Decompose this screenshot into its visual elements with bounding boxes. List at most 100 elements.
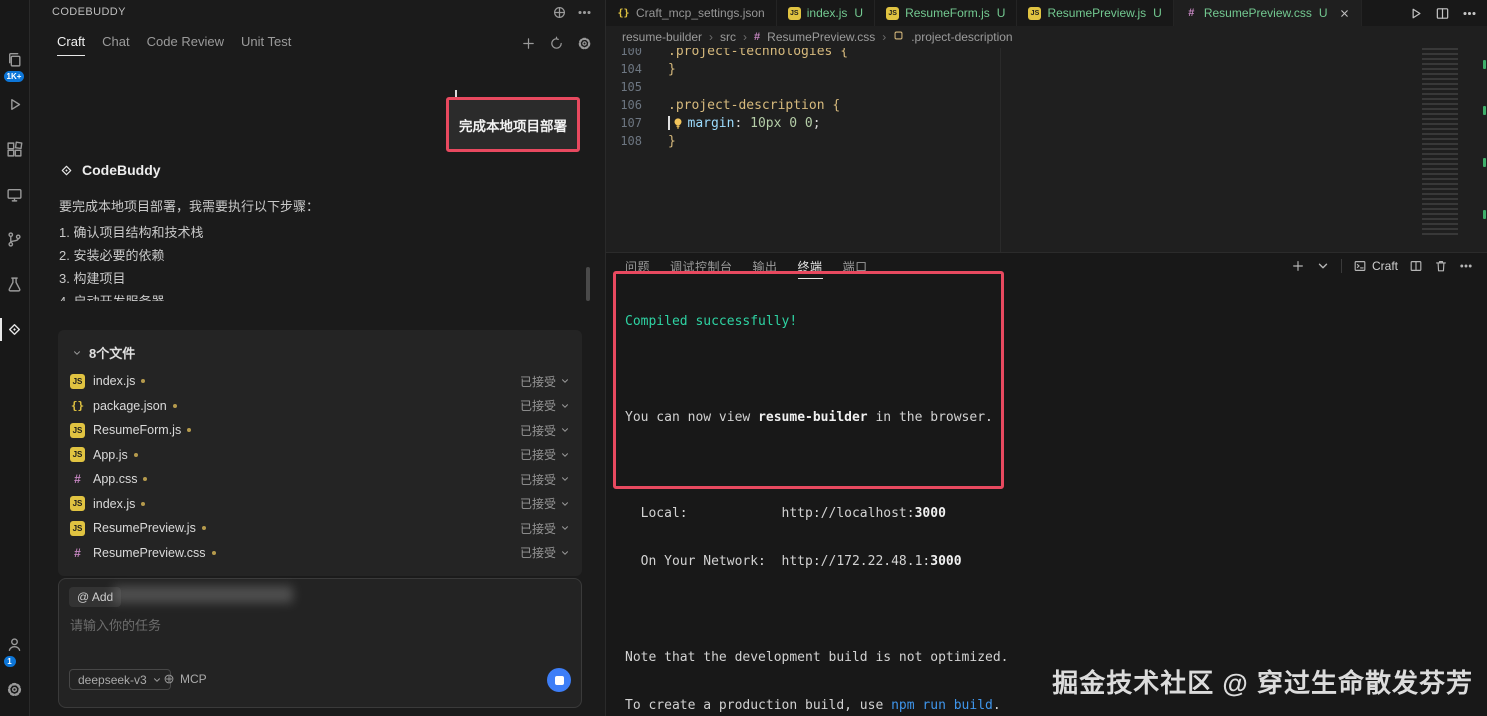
file-row[interactable]: JS index.js 已接受: [58, 369, 582, 394]
minimap[interactable]: [1422, 48, 1458, 238]
breadcrumb-item[interactable]: ResumePreview.css: [767, 30, 875, 44]
panel-header: 问题 调试控制台 输出 终端 端口 Craft: [606, 253, 1487, 279]
run-debug-button[interactable]: [0, 82, 30, 127]
css-file-icon: #: [754, 31, 760, 43]
terminal-text: To create a production build, use: [625, 698, 891, 713]
codebuddy-window: 1K+ 1 CODEBUDDY: [0, 0, 1487, 716]
file-status-label: 已接受: [520, 373, 556, 390]
css-file-icon: #: [1185, 7, 1198, 20]
file-row[interactable]: # App.css 已接受: [58, 467, 582, 492]
tab-label: index.js: [807, 6, 848, 20]
file-status-dropdown[interactable]: 已接受: [520, 422, 570, 439]
file-status-dropdown[interactable]: 已接受: [520, 495, 570, 512]
file-name: index.js: [93, 497, 135, 511]
new-terminal-icon[interactable]: [1291, 259, 1305, 273]
symbol-class-icon: [893, 30, 904, 44]
tab-terminal[interactable]: 终端: [798, 254, 823, 279]
code-line: 105: [606, 78, 1487, 96]
breadcrumb-item[interactable]: .project-description: [911, 30, 1012, 44]
editor-tab[interactable]: JS index.js U: [777, 0, 875, 26]
mcp-label: MCP: [180, 672, 207, 686]
breadcrumb-item[interactable]: src: [720, 30, 736, 44]
history-icon[interactable]: [549, 36, 564, 51]
remote-explorer-button[interactable]: [0, 172, 30, 217]
model-selector[interactable]: deepseek-v3: [69, 669, 171, 690]
accounts-button[interactable]: 1: [0, 622, 30, 667]
chevron-down-icon[interactable]: [1316, 259, 1330, 273]
kill-terminal-trash-icon[interactable]: [1434, 259, 1448, 273]
file-row[interactable]: JS ResumePreview.js 已接受: [58, 516, 582, 541]
mcp-button[interactable]: MCP: [163, 672, 207, 686]
file-row[interactable]: JS App.js 已接受: [58, 443, 582, 468]
task-composer[interactable]: @ Add 请输入你的任务 deepseek-v3 MCP: [58, 578, 582, 708]
codebuddy-logo-icon: [59, 163, 74, 178]
more-actions-icon[interactable]: [577, 5, 592, 20]
lightbulb-icon[interactable]: [672, 117, 684, 130]
chevron-down-icon: [560, 401, 570, 411]
chevron-down-icon: [72, 348, 82, 358]
brace: }: [668, 134, 676, 149]
codebuddy-button[interactable]: [0, 307, 30, 352]
activity-bar: 1K+ 1: [0, 0, 30, 716]
file-status-dropdown[interactable]: 已接受: [520, 520, 570, 537]
step-item: 3. 构建项目: [59, 267, 203, 290]
file-name: App.js: [93, 448, 128, 462]
sidebar-scrollbar[interactable]: [586, 267, 590, 301]
split-terminal-icon[interactable]: [1409, 259, 1423, 273]
close-tab-button[interactable]: [1339, 8, 1350, 19]
sidebar-tabs: Craft Chat Code Review Unit Test: [57, 34, 291, 56]
code-editor[interactable]: 100 .project-technologies { 104 } 105 10…: [606, 48, 1487, 252]
file-status-dropdown[interactable]: 已接受: [520, 446, 570, 463]
tab-debug-console[interactable]: 调试控制台: [670, 254, 733, 279]
line-number: 108: [606, 134, 642, 148]
terminal-instance[interactable]: Craft: [1353, 259, 1398, 273]
tab-craft[interactable]: Craft: [57, 34, 85, 56]
new-session-icon[interactable]: [521, 36, 536, 51]
css-file-icon: #: [70, 545, 85, 560]
terminal-text: in the browser.: [868, 410, 993, 425]
line-number: 105: [606, 80, 642, 94]
more-actions-icon[interactable]: [1462, 6, 1477, 21]
extensions-button[interactable]: [0, 127, 30, 172]
chevron-down-icon: [560, 376, 570, 386]
deploy-icon[interactable]: [552, 5, 567, 20]
split-editor-icon[interactable]: [1435, 6, 1450, 21]
tab-ports[interactable]: 端口: [843, 254, 868, 279]
breadcrumb-item[interactable]: resume-builder: [622, 30, 702, 44]
file-status-dropdown[interactable]: 已接受: [520, 373, 570, 390]
send-stop-button[interactable]: [547, 668, 571, 692]
watermark-text: 掘金技术社区 @ 穿过生命散发芬芳: [1052, 663, 1473, 700]
file-row[interactable]: # ResumePreview.css 已接受: [58, 541, 582, 566]
file-name: ResumeForm.js: [93, 423, 181, 437]
editor-tab[interactable]: JS ResumeForm.js U: [875, 0, 1017, 26]
editor-tab-active[interactable]: # ResumePreview.css U: [1174, 0, 1362, 26]
terminal-output[interactable]: Compiled successfully! You can now view …: [625, 282, 1009, 716]
breadcrumb-separator: ›: [743, 30, 747, 44]
tab-chat[interactable]: Chat: [102, 34, 129, 56]
run-icon[interactable]: [1408, 6, 1423, 21]
tab-code-review[interactable]: Code Review: [147, 34, 224, 56]
files-panel-header[interactable]: 8个文件: [58, 330, 582, 369]
file-row[interactable]: {} package.json 已接受: [58, 394, 582, 419]
file-row[interactable]: JS ResumeForm.js 已接受: [58, 418, 582, 443]
editor-tab[interactable]: {} Craft_mcp_settings.json: [606, 0, 777, 26]
modified-dot: [141, 379, 145, 383]
file-row[interactable]: JS index.js 已接受: [58, 492, 582, 517]
tab-unit-test[interactable]: Unit Test: [241, 34, 291, 56]
tab-output[interactable]: 输出: [753, 254, 778, 279]
explorer-icon: [6, 51, 23, 68]
more-actions-icon[interactable]: [1459, 259, 1473, 273]
settings-button[interactable]: [0, 667, 30, 712]
file-status-dropdown[interactable]: 已接受: [520, 471, 570, 488]
editor-tab[interactable]: JS ResumePreview.js U: [1017, 0, 1173, 26]
sidebar-settings-gear-icon[interactable]: [577, 36, 592, 51]
sidebar-title: CODEBUDDY: [52, 6, 126, 18]
terminal-text: Note that the development build is not o…: [625, 650, 1009, 665]
file-status-dropdown[interactable]: 已接受: [520, 397, 570, 414]
tab-problems[interactable]: 问题: [625, 254, 650, 279]
source-control-button[interactable]: [0, 217, 30, 262]
testing-button[interactable]: [0, 262, 30, 307]
file-name: ResumePreview.js: [93, 521, 196, 535]
explorer-button[interactable]: 1K+: [0, 37, 30, 82]
file-status-dropdown[interactable]: 已接受: [520, 544, 570, 561]
